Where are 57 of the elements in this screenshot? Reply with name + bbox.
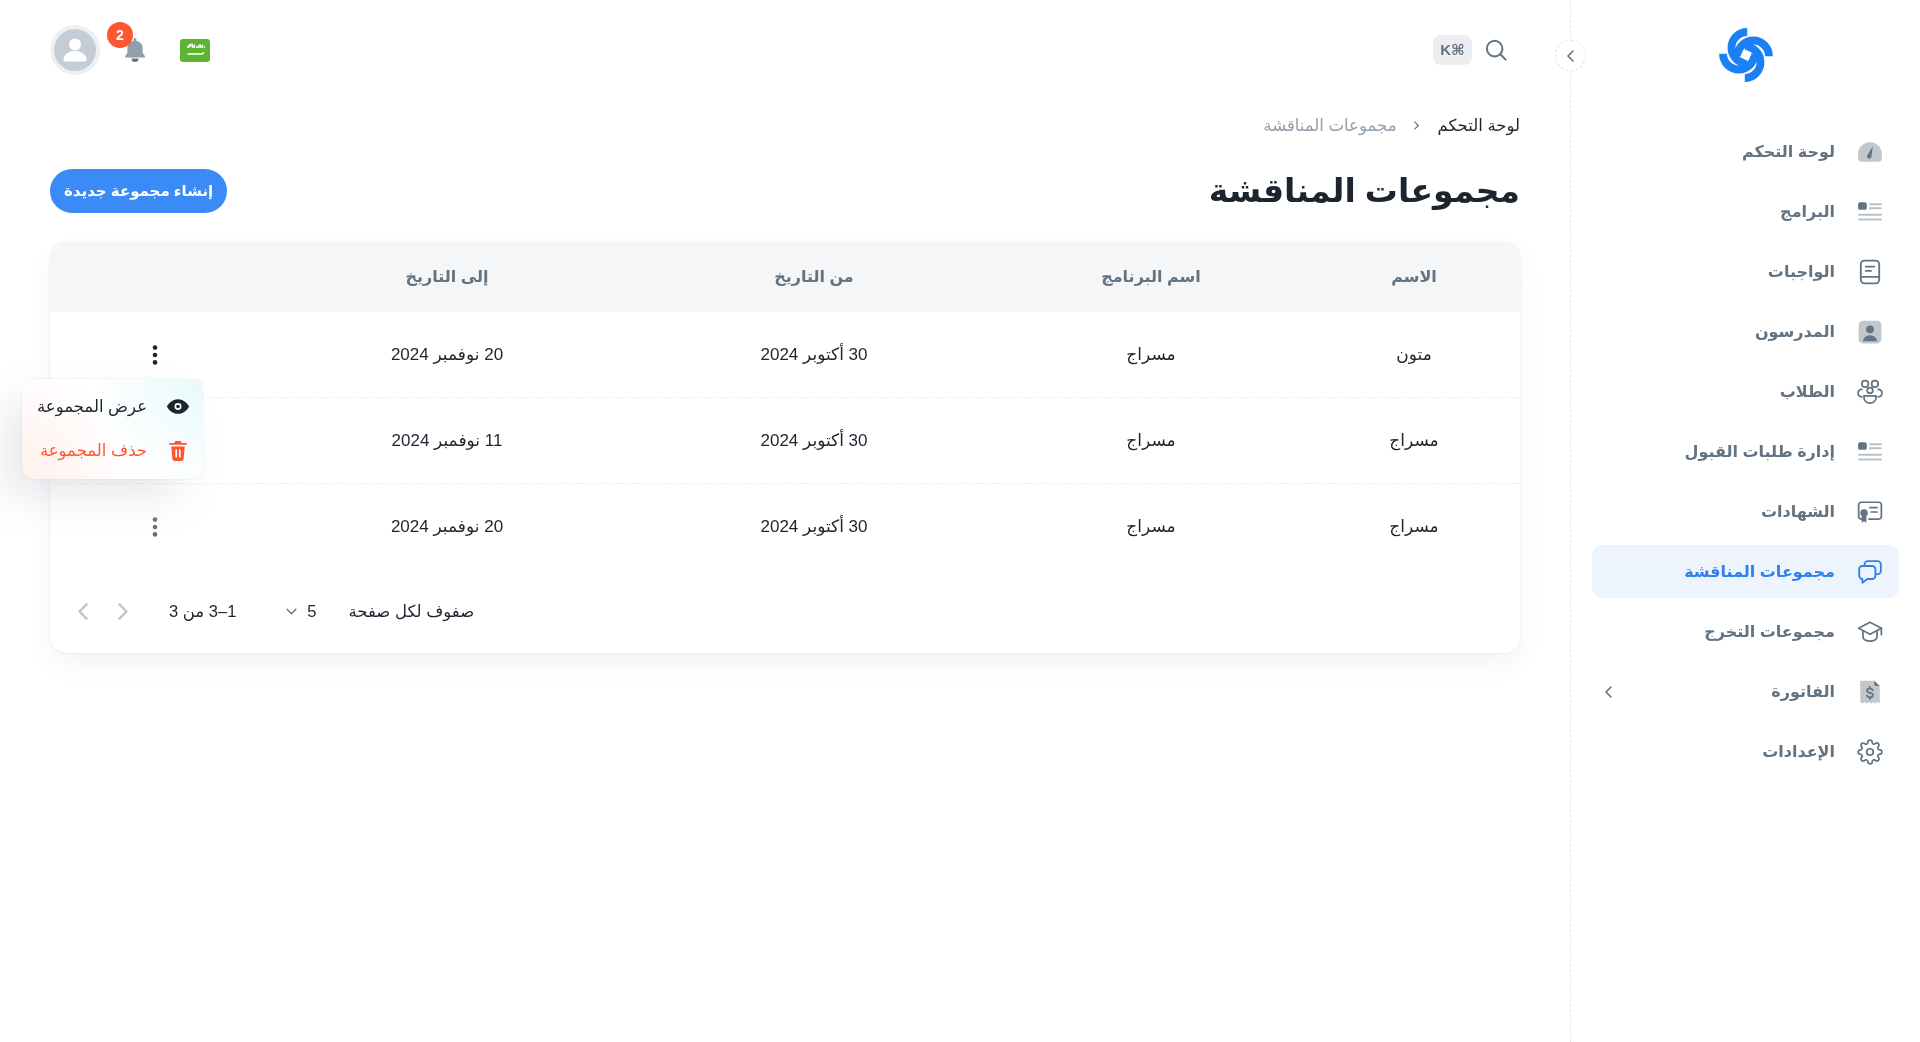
search-icon[interactable]: [1485, 39, 1507, 61]
more-options-icon[interactable]: [152, 344, 158, 365]
avatar[interactable]: [50, 25, 100, 75]
column-header: من التاريخ: [634, 242, 994, 312]
eye-icon: [167, 399, 189, 414]
chevron-left-icon: [1567, 49, 1574, 62]
rows-per-page-select[interactable]: 5: [282, 599, 321, 624]
page-title: مجموعات المناقشة: [1208, 171, 1520, 211]
flag-icon[interactable]: [180, 38, 210, 62]
chevron-right-icon: [1414, 120, 1420, 130]
bell-icon[interactable]: [123, 37, 147, 63]
collapse-button[interactable]: [1555, 40, 1586, 71]
users-icon: [1857, 378, 1883, 405]
column-header: إلى التاريخ: [260, 242, 634, 312]
table-cell-text: مسراج: [1125, 516, 1177, 539]
trash-icon: [169, 440, 187, 461]
sidebar-item[interactable]: لوحة التحكم: [1592, 125, 1899, 178]
table-cell-text: مسراج: [1388, 516, 1440, 539]
sidebar-item[interactable]: البرامج: [1592, 185, 1899, 238]
sidebar-item[interactable]: الشهادات: [1592, 485, 1899, 538]
sidebar-item[interactable]: إدارة طلبات القبول: [1592, 425, 1899, 478]
breadcrumb-link[interactable]: لوحة التحكم: [1437, 112, 1520, 138]
notification-count: 2: [107, 22, 133, 48]
logo: [1716, 26, 1775, 84]
settings-icon: [1857, 738, 1883, 765]
sidebar-item[interactable]: الواجبات: [1592, 245, 1899, 298]
menu-item[interactable]: حذف المجموعة: [28, 428, 197, 473]
chevron-down-icon: [286, 608, 298, 615]
column-header: الاسم: [1308, 242, 1520, 312]
sidebar-item[interactable]: الإعدادات: [1592, 725, 1899, 778]
certificate-icon: [1857, 498, 1883, 525]
sidebar-item[interactable]: الفاتورة: [1592, 665, 1899, 718]
chat-icon: [1857, 558, 1883, 585]
table-cell: مسراج: [994, 398, 1308, 484]
table-cell: 30 أكتوبر 2024: [634, 398, 994, 484]
receipt-icon: [1857, 678, 1883, 705]
table-cell: 20 نوفمبر 2024: [260, 312, 634, 398]
document-icon: [1857, 258, 1883, 285]
table-cell-text: 20 نوفمبر 2024: [389, 516, 505, 539]
page-range: 1–3 من 3: [169, 601, 237, 623]
table-cell: متون: [1308, 312, 1520, 398]
column-header: اسم البرنامج: [994, 242, 1308, 312]
breadcrumb-current: مجموعات المناقشة: [1263, 114, 1397, 137]
sidebar-item[interactable]: المدرسون: [1592, 305, 1899, 358]
menu-item[interactable]: عرض المجموعة: [28, 384, 197, 429]
keyboard-shortcut: ⌘K: [1433, 35, 1472, 65]
rows-per-page-label: صفوف لكل صفحة: [348, 601, 475, 624]
table-cell: مسراج: [994, 312, 1308, 398]
table-cell-text: 30 أكتوبر 2024: [759, 514, 869, 539]
sidebar-item[interactable]: مجموعات المناقشة: [1592, 545, 1899, 598]
sidebar-item[interactable]: الطلاب: [1592, 365, 1899, 418]
user-square-icon: [1857, 318, 1883, 345]
table-cell: 11 نوفمبر 2024: [260, 398, 634, 484]
table-cell: 30 أكتوبر 2024: [634, 312, 994, 398]
sidebar-item[interactable]: مجموعات التخرج: [1592, 605, 1899, 658]
create-group-button[interactable]: إنشاء مجموعة جديدة: [50, 169, 228, 213]
table-cell: مسراج: [1308, 398, 1520, 484]
